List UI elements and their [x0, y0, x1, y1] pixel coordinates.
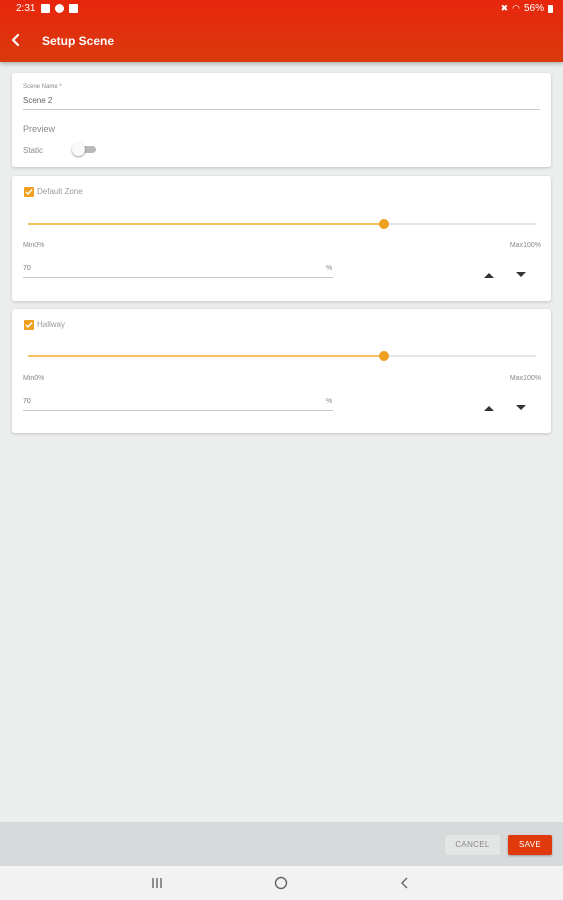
scene-name-underline: [23, 109, 540, 110]
zone-level-input[interactable]: 70: [23, 398, 31, 405]
slider-fill: [28, 355, 384, 357]
cancel-button[interactable]: CANCEL: [445, 835, 500, 855]
zone-level-input[interactable]: 70: [23, 265, 31, 272]
clipboard-notification-icon: [69, 4, 78, 13]
max-label: Max100%: [509, 242, 541, 249]
system-back-button[interactable]: [397, 876, 413, 890]
increase-button[interactable]: [482, 267, 496, 278]
check-icon: [25, 322, 33, 329]
arrow-down-icon: [516, 405, 526, 410]
slider-fill: [28, 223, 384, 225]
zone-level-slider[interactable]: [28, 217, 536, 231]
preview-toggle[interactable]: [72, 143, 98, 157]
zone-name: Hallway: [37, 320, 66, 329]
zone-name: Default Zone: [37, 187, 83, 196]
slider-thumb[interactable]: [378, 351, 389, 361]
scene-name-label: Scene Name *: [23, 84, 62, 90]
level-underline: [23, 410, 333, 411]
scene-name-input[interactable]: Scene 2: [23, 96, 52, 105]
arrow-back-icon: [11, 33, 20, 47]
mute-icon: ✖: [500, 3, 509, 13]
action-bar: CANCEL SAVE: [0, 822, 563, 866]
arrow-up-icon: [484, 406, 494, 411]
arrow-down-icon: [516, 272, 526, 277]
level-underline: [23, 277, 333, 278]
static-label: Static: [23, 146, 44, 155]
system-nav-bar: [0, 866, 563, 900]
battery-percent: 56%: [523, 3, 544, 14]
check-icon: [25, 189, 33, 196]
wifi-icon: ◠: [512, 3, 520, 13]
notification-icons: [41, 4, 78, 13]
increase-button[interactable]: [482, 400, 496, 411]
status-time: 2:31: [16, 3, 36, 14]
decrease-button[interactable]: [514, 267, 528, 277]
status-bar: 2:31 ✖ ◠ 56%: [0, 0, 563, 18]
scene-info-card: Scene Name * Scene 2 Preview Static: [12, 73, 551, 167]
back-button[interactable]: [8, 31, 24, 49]
min-label: Min0%: [23, 242, 45, 249]
zone-level-slider[interactable]: [28, 349, 536, 363]
battery-icon: [548, 4, 553, 13]
decrease-button[interactable]: [514, 400, 528, 410]
chevron-left-icon: [401, 877, 408, 889]
zone-card: Default Zone Min0% Max100% 70 %: [12, 176, 551, 301]
preview-label: Preview: [23, 124, 56, 134]
percent-unit: %: [326, 265, 333, 272]
recent-apps-button[interactable]: [149, 876, 165, 890]
zone-checkbox[interactable]: [24, 187, 34, 197]
page-title: Setup Scene: [42, 34, 115, 48]
home-icon: [274, 876, 288, 890]
percent-unit: %: [326, 398, 333, 405]
app-notification-icon: [55, 4, 64, 13]
arrow-up-icon: [484, 273, 494, 278]
home-button[interactable]: [273, 876, 289, 890]
max-label: Max100%: [509, 375, 541, 382]
zone-card: Hallway Min0% Max100% 70 %: [12, 309, 551, 433]
save-button[interactable]: SAVE: [508, 835, 552, 855]
toggle-thumb: [72, 143, 85, 156]
app-bar: 2:31 ✖ ◠ 56% Setup Scene: [0, 0, 563, 62]
min-label: Min0%: [23, 375, 45, 382]
image-notification-icon: [41, 4, 50, 13]
status-right: ✖ ◠ 56%: [501, 3, 553, 14]
slider-thumb[interactable]: [378, 219, 389, 229]
zone-checkbox[interactable]: [24, 320, 34, 330]
recent-apps-icon: [152, 878, 162, 888]
